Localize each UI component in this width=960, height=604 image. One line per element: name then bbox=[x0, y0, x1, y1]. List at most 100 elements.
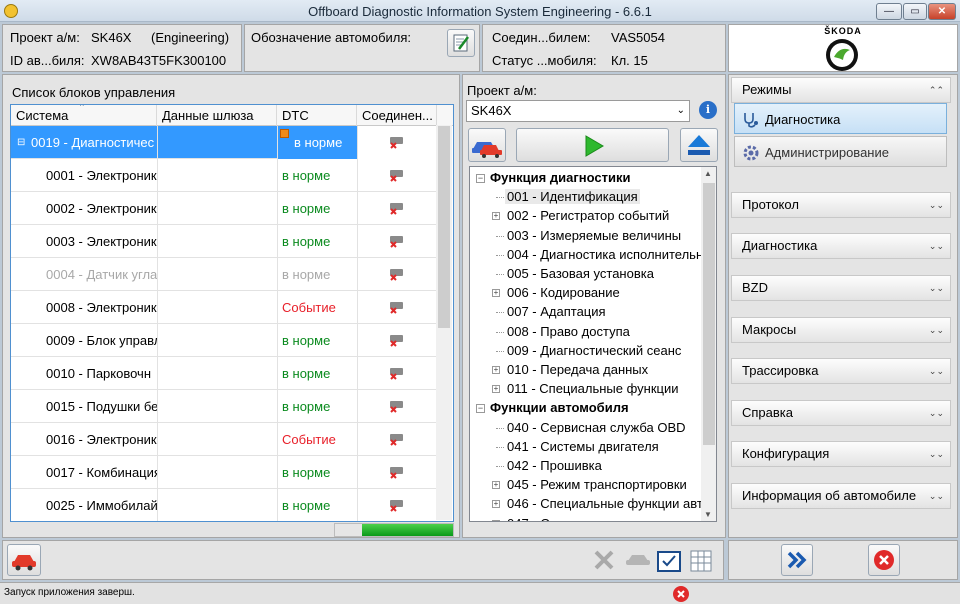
connection-panel: Соедин...билем: VAS5054 Статус ...мобиля… bbox=[482, 24, 726, 72]
tree-item[interactable]: 046 - Специальные функции авто bbox=[505, 496, 712, 511]
connection-cell bbox=[357, 423, 436, 456]
gateway-data-cell bbox=[157, 192, 277, 225]
connection-cell bbox=[357, 456, 436, 489]
menu-item[interactable]: Справка ⌄⌄ bbox=[731, 400, 951, 426]
vehicle-button[interactable] bbox=[7, 544, 41, 576]
project-select[interactable]: SK46X ⌄ bbox=[466, 100, 690, 122]
tree-item[interactable]: 001 - Идентификация bbox=[505, 189, 640, 205]
project-select-label: Проект а/м: bbox=[467, 83, 537, 98]
expand-icon[interactable]: + bbox=[492, 212, 500, 221]
menu-item-label: Информация об автомобиле bbox=[742, 488, 917, 503]
table-row[interactable]: ⊟ 0019 - Диагностичес в норме bbox=[11, 126, 436, 159]
chevron-down-icon: ⌄⌄ bbox=[928, 325, 944, 335]
vehicle-status-label: Статус ...мобиля: bbox=[492, 53, 597, 68]
scroll-up-icon[interactable]: ▲ bbox=[704, 169, 712, 178]
expand-icon[interactable]: + bbox=[492, 481, 500, 490]
table-row[interactable]: 0001 - Электроник в норме bbox=[11, 159, 436, 192]
tools-disabled-icon[interactable] bbox=[592, 548, 616, 572]
tree-item[interactable]: 040 - Сервисная служба OBD bbox=[505, 420, 688, 435]
expand-icon[interactable]: + bbox=[492, 500, 500, 509]
tree-item[interactable]: 010 - Передача данных bbox=[505, 362, 650, 377]
column-dtc[interactable]: DTC bbox=[277, 105, 357, 126]
table-row[interactable]: 0015 - Подушки бе в норме bbox=[11, 390, 436, 423]
maximize-button[interactable]: ▭ bbox=[903, 3, 927, 20]
tree-item[interactable]: 008 - Право доступа bbox=[505, 324, 632, 339]
expand-icon[interactable]: + bbox=[492, 289, 500, 298]
expand-icon[interactable]: + bbox=[492, 519, 500, 521]
vehicle-connection-button[interactable] bbox=[468, 128, 506, 162]
forward-button[interactable] bbox=[781, 544, 813, 576]
tree-item[interactable]: 006 - Кодирование bbox=[505, 285, 622, 300]
disconnected-plug-icon bbox=[390, 368, 403, 380]
car-icon bbox=[12, 555, 36, 571]
tree-connector bbox=[496, 350, 504, 352]
checklist-icon[interactable] bbox=[656, 548, 682, 574]
table-row[interactable]: 0009 - Блок управл в норме bbox=[11, 324, 436, 357]
tree-group[interactable]: Функции автомобиля bbox=[490, 400, 629, 415]
tree-item[interactable]: 003 - Измеряемые величины bbox=[505, 228, 683, 243]
expand-icon[interactable]: + bbox=[492, 385, 500, 394]
menu-item-label: Справка bbox=[742, 405, 793, 420]
table-row[interactable]: 0008 - Электроник Событие bbox=[11, 291, 436, 324]
menu-item[interactable]: Диагностика ⌄⌄ bbox=[731, 233, 951, 259]
table-row[interactable]: 0004 - Датчик угла в норме bbox=[11, 258, 436, 291]
ecu-table-scroll-thumb[interactable] bbox=[438, 126, 450, 328]
table-row[interactable]: 0003 - Электроник в норме bbox=[11, 225, 436, 258]
menu-item[interactable]: Информация об автомобиле ⌄⌄ bbox=[731, 483, 951, 509]
mode-administration-item[interactable]: Администрирование bbox=[734, 136, 947, 167]
mode-diagnostics-item[interactable]: Диагностика bbox=[734, 103, 947, 134]
table-icon[interactable] bbox=[688, 548, 714, 574]
table-row[interactable]: 0016 - Электроник Событие bbox=[11, 423, 436, 456]
tree-item[interactable]: 011 - Специальные функции bbox=[505, 381, 680, 396]
menu-item[interactable]: Конфигурация ⌄⌄ bbox=[731, 441, 951, 467]
tree-item[interactable]: 002 - Регистратор событий bbox=[505, 208, 671, 223]
ecu-list-title: Список блоков управления bbox=[12, 85, 176, 100]
dtc-status: в норме bbox=[282, 399, 331, 414]
system-cell: 0019 - Диагностичес bbox=[31, 135, 155, 150]
exit-button[interactable] bbox=[868, 544, 900, 576]
table-row[interactable]: 0002 - Электроник в норме bbox=[11, 192, 436, 225]
tree-item[interactable]: 041 - Системы двигателя bbox=[505, 439, 661, 454]
column-connection[interactable]: Соединен... bbox=[357, 105, 437, 126]
tree-item[interactable]: 042 - Прошивка bbox=[505, 458, 604, 473]
disconnected-plug-icon bbox=[390, 335, 403, 347]
system-cell: 0010 - Парковочн bbox=[46, 366, 151, 381]
table-row[interactable]: 0025 - Иммобилай в норме bbox=[11, 489, 436, 521]
table-row[interactable]: 0010 - Парковочн в норме bbox=[11, 357, 436, 390]
chevron-down-icon: ⌄⌄ bbox=[928, 283, 944, 293]
expand-icon[interactable]: + bbox=[492, 366, 500, 374]
tree-item[interactable]: 045 - Режим транспортировки bbox=[505, 477, 689, 492]
tree-item[interactable]: 009 - Диагностический сеанс bbox=[505, 343, 683, 358]
group-collapse-icon[interactable]: − bbox=[476, 174, 485, 183]
menu-item[interactable]: Трассировка ⌄⌄ bbox=[731, 358, 951, 384]
modes-header[interactable]: Режимы ⌃⌃ bbox=[731, 77, 951, 103]
vin-label: ID ав...биля: bbox=[10, 53, 85, 68]
connection-cell bbox=[357, 258, 436, 291]
group-collapse-icon[interactable]: − bbox=[476, 404, 485, 414]
dtc-cell: в норме bbox=[277, 192, 357, 225]
close-button[interactable]: ✕ bbox=[928, 3, 956, 20]
tree-item[interactable]: 004 - Диагностика исполнительны bbox=[505, 247, 714, 262]
car-disabled-icon[interactable] bbox=[624, 550, 652, 570]
menu-item[interactable]: Протокол ⌄⌄ bbox=[731, 192, 951, 218]
tree-item[interactable]: 047 - С... bbox=[505, 516, 562, 521]
menu-item[interactable]: Макросы ⌄⌄ bbox=[731, 317, 951, 343]
menu-item-label: Конфигурация bbox=[742, 446, 830, 461]
start-button[interactable] bbox=[516, 128, 669, 162]
functions-tree-scroll-thumb[interactable] bbox=[703, 183, 715, 445]
tree-item[interactable]: 005 - Базовая установка bbox=[505, 266, 656, 281]
collapse-icon[interactable]: ⊟ bbox=[17, 126, 25, 159]
edit-designation-button[interactable] bbox=[447, 29, 475, 57]
minimize-button[interactable]: — bbox=[876, 3, 902, 20]
tree-item[interactable]: 007 - Адаптация bbox=[505, 304, 608, 319]
tree-group[interactable]: Функция диагностики bbox=[490, 170, 630, 185]
scroll-down-icon[interactable]: ▼ bbox=[704, 510, 712, 519]
menu-item[interactable]: BZD ⌄⌄ bbox=[731, 275, 951, 301]
connection-value: VAS5054 bbox=[611, 30, 665, 45]
column-gateway-data[interactable]: Данные шлюза bbox=[157, 105, 277, 126]
column-system[interactable]: Система bbox=[11, 105, 157, 126]
error-icon[interactable] bbox=[672, 585, 690, 603]
info-icon[interactable]: i bbox=[699, 101, 717, 119]
eject-button[interactable] bbox=[680, 128, 718, 162]
table-row[interactable]: 0017 - Комбинация в норме bbox=[11, 456, 436, 489]
